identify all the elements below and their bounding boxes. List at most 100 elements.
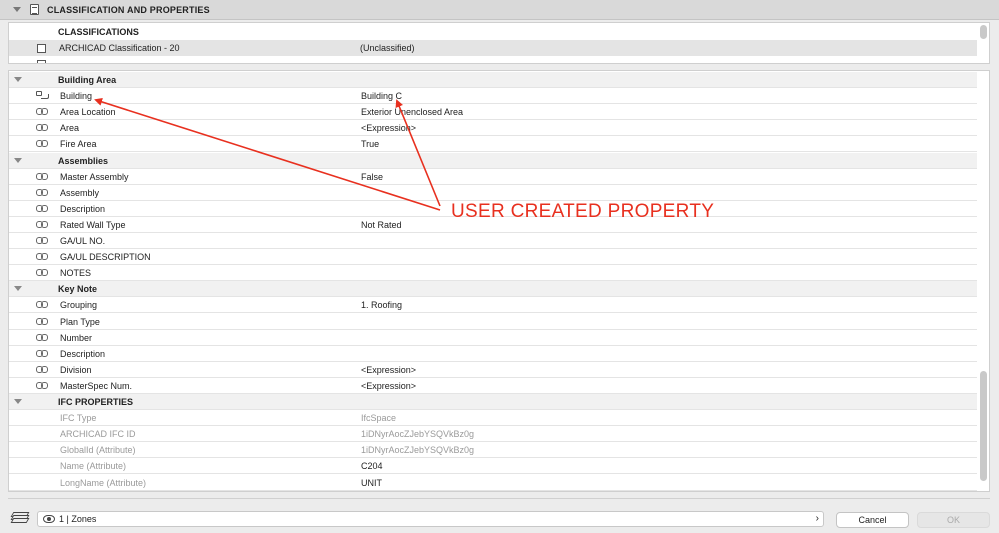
property-row[interactable]: IFC Type IfcSpace <box>9 410 977 427</box>
property-row[interactable]: GlobalId (Attribute) 1iDNyrAocZJebYSQVkBz… <box>9 442 977 459</box>
property-name: Number <box>60 332 93 343</box>
classification-checkbox-partial[interactable] <box>37 60 46 63</box>
link-icon <box>36 172 48 180</box>
custom-property-icon <box>36 91 49 100</box>
zone-selector[interactable]: 1 | Zones › <box>37 511 824 527</box>
classifications-box: CLASSIFICATIONS ARCHICAD Classification … <box>8 22 990 64</box>
property-value[interactable]: C204 <box>361 461 383 471</box>
chevron-right-icon: › <box>815 513 819 524</box>
group-label: IFC PROPERTIES <box>58 397 134 407</box>
group-row[interactable]: IFC PROPERTIES <box>9 394 977 410</box>
link-icon <box>36 204 48 212</box>
panel-header[interactable]: CLASSIFICATION AND PROPERTIES <box>0 0 999 20</box>
eye-icon <box>43 515 55 523</box>
property-value[interactable]: UNIT <box>361 478 382 488</box>
link-icon <box>36 124 48 132</box>
property-name: Division <box>60 364 92 375</box>
property-value[interactable]: <Expression> <box>361 381 416 391</box>
property-name: Grouping <box>60 300 98 311</box>
property-row[interactable]: Number <box>9 330 977 346</box>
link-icon <box>36 349 48 357</box>
property-value[interactable]: Not Rated <box>361 220 402 230</box>
property-row[interactable]: Fire Area True <box>9 136 977 153</box>
property-name: Fire Area <box>60 139 97 150</box>
annotation-text: USER CREATED PROPERTY <box>451 201 715 222</box>
classifications-header: CLASSIFICATIONS <box>58 27 139 37</box>
property-name: Master Assembly <box>60 171 129 182</box>
property-row[interactable]: Description <box>9 346 977 362</box>
classifications-scrollbar[interactable] <box>980 25 987 39</box>
cancel-button[interactable]: Cancel <box>836 512 909 528</box>
properties-list: LongName (Attribute) UNIT Name (Attribute)… <box>8 70 990 492</box>
property-row[interactable]: Division <Expression> <box>9 362 977 378</box>
property-name: GlobalId (Attribute) <box>60 445 136 456</box>
group-label: Assemblies <box>58 155 109 166</box>
property-name: IFC Type <box>60 413 97 424</box>
group-label: Key Note <box>58 284 98 295</box>
group-row[interactable]: Key Note <box>9 281 977 298</box>
panel-title: CLASSIFICATION AND PROPERTIES <box>47 4 210 15</box>
link-icon <box>36 269 48 277</box>
property-name: Rated Wall Type <box>60 219 126 230</box>
property-value[interactable]: 1. Roofing <box>361 300 402 310</box>
property-row[interactable]: Master Assembly False <box>9 169 977 185</box>
property-name: Assembly <box>60 187 100 198</box>
property-value[interactable]: True <box>361 139 379 149</box>
property-row[interactable]: LongName (Attribute) UNIT <box>9 475 977 491</box>
property-name: Description <box>60 203 106 214</box>
classification-checkbox[interactable] <box>37 44 46 53</box>
link-icon <box>36 108 48 116</box>
link-icon <box>36 188 48 196</box>
property-name: NOTES <box>60 268 92 279</box>
link-icon <box>36 381 48 389</box>
classification-value[interactable]: (Unclassified) <box>360 43 415 53</box>
property-name: GA/UL NO. <box>60 236 106 246</box>
property-value[interactable]: Exterior Unenclosed Area <box>361 107 463 117</box>
property-value[interactable]: Building C <box>361 91 402 101</box>
property-row[interactable]: Building Building C <box>9 88 977 105</box>
footer-separator <box>8 498 990 499</box>
property-row[interactable]: Assembly <box>9 185 977 201</box>
property-row[interactable]: Name (Attribute) C204 <box>9 458 977 475</box>
property-name: Name (Attribute) <box>60 461 127 472</box>
property-row[interactable]: Grouping 1. Roofing <box>9 297 977 314</box>
property-row[interactable]: NOTES <box>9 265 977 282</box>
classification-name: ARCHICAD Classification - 20 <box>59 43 180 53</box>
property-row[interactable]: Plan Type <box>9 314 977 330</box>
group-row[interactable]: Building Area <box>9 72 977 88</box>
document-icon <box>30 4 39 15</box>
property-value[interactable]: <Expression> <box>361 123 416 133</box>
link-icon <box>36 140 48 148</box>
property-row[interactable]: Area Location Exterior Unenclosed Area <box>9 104 977 121</box>
property-row[interactable]: Area <Expression> <box>9 120 977 137</box>
link-icon <box>36 365 48 373</box>
link-icon <box>36 253 48 261</box>
property-name: LongName (Attribute) <box>60 477 147 488</box>
property-row[interactable]: ARCHICAD IFC ID 1iDNyrAocZJebYSQVkBz0g <box>9 426 977 443</box>
link-icon <box>36 237 48 244</box>
group-collapse-triangle-icon[interactable] <box>14 286 22 292</box>
layers-icon[interactable] <box>10 512 32 524</box>
property-value[interactable]: <Expression> <box>361 365 416 375</box>
property-value: IfcSpace <box>361 413 397 424</box>
ok-button[interactable]: OK <box>917 512 990 528</box>
property-row[interactable]: MasterSpec Num. <Expression> <box>9 378 977 394</box>
properties-scrollbar[interactable] <box>980 371 987 481</box>
property-name: Area <box>60 123 80 134</box>
group-collapse-triangle-icon[interactable] <box>14 77 22 82</box>
property-value[interactable]: False <box>361 172 383 182</box>
group-collapse-triangle-icon[interactable] <box>14 157 22 163</box>
property-name: MasterSpec Num. <box>60 380 133 391</box>
collapse-triangle-icon[interactable] <box>13 7 21 12</box>
group-label: Building Area <box>58 75 117 85</box>
group-collapse-triangle-icon[interactable] <box>14 399 22 404</box>
property-name: Description <box>60 348 106 359</box>
classification-row[interactable]: ARCHICAD Classification - 20 (Unclassifi… <box>9 40 977 56</box>
property-name: ARCHICAD IFC ID <box>60 429 136 440</box>
property-name: Area Location <box>60 107 116 118</box>
property-row[interactable]: GA/UL NO. <box>9 233 977 249</box>
property-name: Building <box>60 91 93 102</box>
property-row[interactable]: GA/UL DESCRIPTION <box>9 249 977 266</box>
group-row[interactable]: Assemblies <box>9 152 977 169</box>
zone-selector-text: 1 | Zones <box>59 514 97 524</box>
